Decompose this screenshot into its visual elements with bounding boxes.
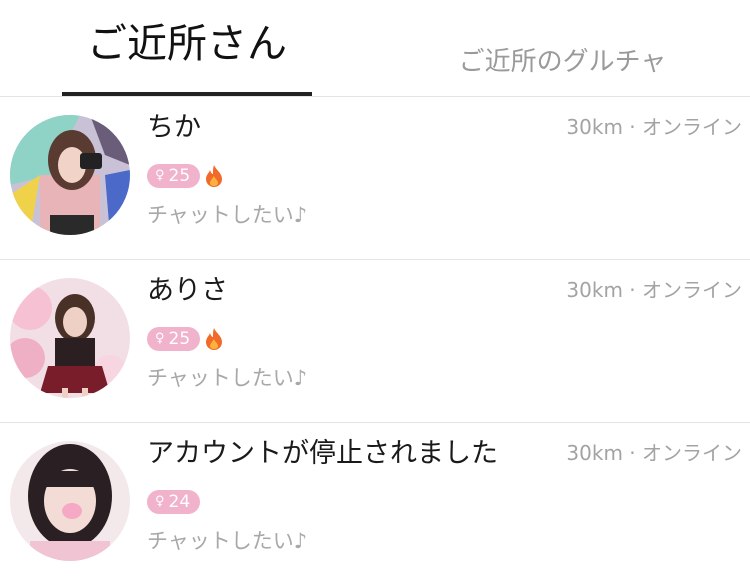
flame-icon [206,328,223,350]
age-value: 25 [168,166,191,186]
age-value: 24 [168,492,191,512]
female-symbol-icon: ♀ [155,331,165,346]
user-name: ちか [147,112,201,143]
flame-icon [206,165,223,187]
badge-row: ♀ 25 [147,163,224,189]
status-message: チャットしたい♪ [147,366,308,390]
user-list-item[interactable]: ありさ 30km · オンライン ♀ 25 チャットしたい♪ [0,260,750,423]
tab-neighbors[interactable]: ご近所さん [62,10,312,96]
age-value: 25 [168,329,191,349]
user-list-item[interactable]: アカウントが停止されました 30km · オンライン ♀ 24 チャットしたい♪ [0,423,750,586]
avatar[interactable] [10,441,130,561]
age-badge: ♀ 24 [147,490,201,514]
user-list-item[interactable]: ちか 30km · オンライン ♀ 25 チャットしたい♪ [0,97,750,260]
age-badge: ♀ 25 [147,327,201,351]
distance-status: 30km · オンライン [566,441,742,465]
avatar[interactable] [10,115,130,235]
tab-bar: ご近所さん ご近所のグルチャ [0,0,750,97]
user-list: ちか 30km · オンライン ♀ 25 チャットしたい♪ ありさ 30km ·… [0,97,750,586]
status-message: チャットしたい♪ [147,203,308,227]
user-name: アカウントが停止されました [147,438,498,469]
age-badge: ♀ 25 [147,164,201,188]
avatar[interactable] [10,278,130,398]
badge-row: ♀ 25 [147,326,224,352]
female-symbol-icon: ♀ [155,168,165,183]
status-message: チャットしたい♪ [147,529,308,553]
distance-status: 30km · オンライン [566,278,742,302]
distance-status: 30km · オンライン [566,115,742,139]
female-symbol-icon: ♀ [155,494,165,509]
badge-row: ♀ 24 [147,489,201,515]
tab-neighbor-group-chat[interactable]: ご近所のグルチャ [445,40,680,84]
user-name: ありさ [147,275,228,306]
